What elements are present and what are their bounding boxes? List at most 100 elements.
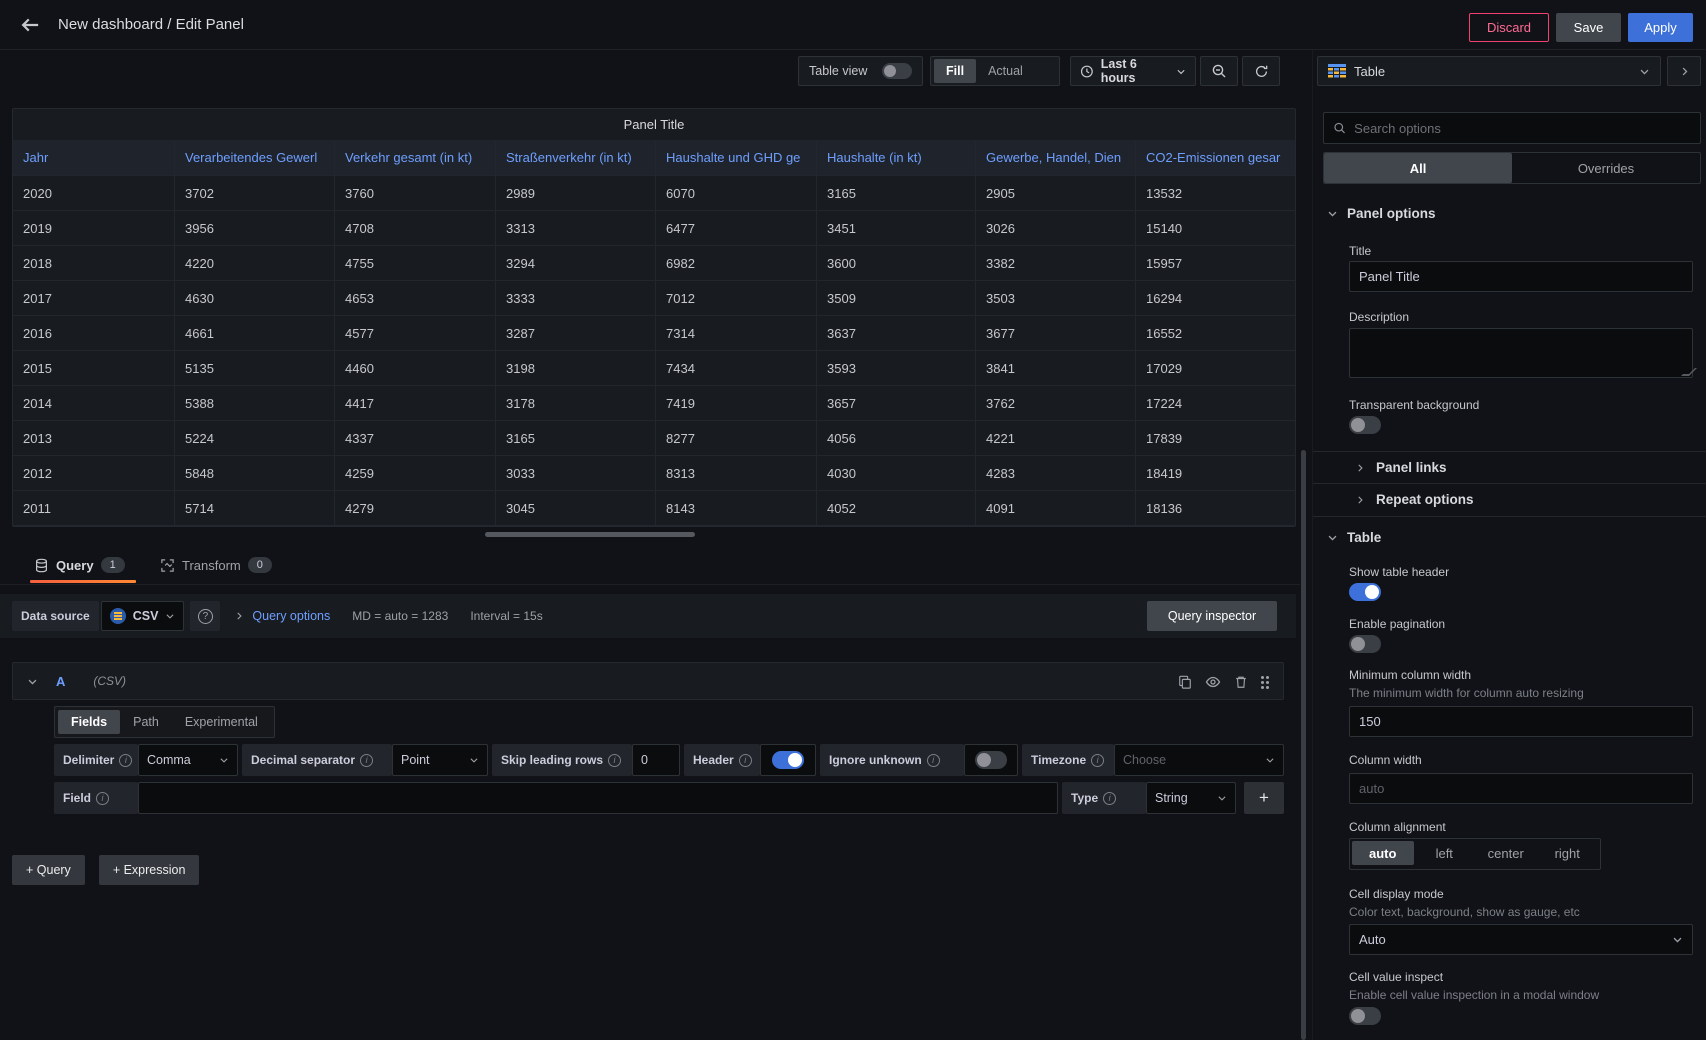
- show-header-toggle[interactable]: [1349, 583, 1381, 601]
- table-view-label: Table view: [809, 64, 867, 78]
- delimiter-select[interactable]: Comma: [138, 744, 238, 776]
- skip-rows-input[interactable]: [632, 744, 680, 776]
- options-search[interactable]: [1323, 112, 1701, 144]
- datasource-row: Data source CSV Query options MD = auto …: [0, 594, 1296, 638]
- visualization-picker[interactable]: Table: [1317, 56, 1661, 86]
- field-input[interactable]: [138, 782, 1058, 814]
- align-left-option[interactable]: left: [1414, 841, 1476, 865]
- decimal-separator-select[interactable]: Point: [392, 744, 488, 776]
- actual-option[interactable]: Actual: [976, 59, 1035, 83]
- type-select[interactable]: String: [1146, 782, 1236, 814]
- column-header[interactable]: Gewerbe, Handel, Dien: [976, 140, 1136, 176]
- table-cell: 4052: [817, 491, 976, 526]
- pagination-toggle[interactable]: [1349, 635, 1381, 653]
- vertical-scrollbar[interactable]: [1301, 450, 1306, 1040]
- table-cell: 2017: [13, 281, 175, 316]
- table-view-toggle[interactable]: [882, 63, 912, 79]
- tab-query[interactable]: Query 1: [34, 548, 125, 582]
- apply-button[interactable]: Apply: [1628, 13, 1693, 42]
- table-options-header[interactable]: Table: [1327, 530, 1381, 545]
- col-width-input[interactable]: [1349, 773, 1693, 804]
- transparent-bg-toggle[interactable]: [1349, 416, 1381, 434]
- table-cell: 4091: [976, 491, 1136, 526]
- fill-option[interactable]: Fill: [934, 59, 976, 83]
- min-col-width-input[interactable]: [1349, 706, 1693, 737]
- back-button[interactable]: [10, 5, 50, 45]
- chevron-down-icon: [1176, 66, 1186, 77]
- datasource-picker[interactable]: CSV: [101, 601, 185, 631]
- filter-overrides[interactable]: Overrides: [1512, 153, 1700, 183]
- table-cell: 4630: [175, 281, 335, 316]
- align-auto-option[interactable]: auto: [1352, 841, 1414, 865]
- delimiter-label: Delimiter: [54, 744, 138, 776]
- column-header[interactable]: Jahr: [13, 140, 175, 176]
- panel-links-section[interactable]: Panel links: [1355, 460, 1447, 475]
- table-cell: 3382: [976, 246, 1136, 281]
- table-cell: 8313: [656, 456, 817, 491]
- align-right-option[interactable]: right: [1537, 841, 1599, 865]
- table-cell: 4221: [976, 421, 1136, 456]
- table-row: 201453884417317874193657376217224: [13, 386, 1295, 421]
- table-row: 201842204755329469823600338215957: [13, 246, 1295, 281]
- collapse-pane-button[interactable]: [1667, 56, 1701, 86]
- header-toggle[interactable]: [772, 751, 804, 769]
- ignore-unknown-toggle[interactable]: [975, 751, 1007, 769]
- datasource-help-button[interactable]: [190, 601, 220, 631]
- table-cell: 4460: [335, 351, 496, 386]
- add-expression-button[interactable]: + Expression: [99, 855, 200, 885]
- tab-path[interactable]: Path: [120, 710, 172, 734]
- duplicate-query-icon[interactable]: [1177, 674, 1193, 690]
- repeat-options-section[interactable]: Repeat options: [1355, 492, 1474, 507]
- query-options-toggle[interactable]: Query options: [234, 609, 330, 623]
- table-cell: 2015: [13, 351, 175, 386]
- zoom-out-button[interactable]: [1200, 56, 1238, 86]
- table-cell: 2014: [13, 386, 175, 421]
- discard-button[interactable]: Discard: [1469, 13, 1549, 42]
- delete-query-icon[interactable]: [1233, 674, 1249, 690]
- tab-fields[interactable]: Fields: [58, 710, 120, 734]
- column-header[interactable]: Haushalte und GHD ge: [656, 140, 817, 176]
- add-field-button[interactable]: +: [1244, 782, 1284, 814]
- column-header[interactable]: Verarbeitendes Gewerl: [175, 140, 335, 176]
- column-header[interactable]: Haushalte (in kt): [817, 140, 976, 176]
- tab-experimental[interactable]: Experimental: [172, 710, 271, 734]
- panel-options-header[interactable]: Panel options: [1327, 206, 1436, 221]
- datasource-value: CSV: [133, 609, 159, 623]
- table-cell: 3657: [817, 386, 976, 421]
- cell-display-select[interactable]: Auto: [1349, 924, 1693, 955]
- save-button[interactable]: Save: [1556, 13, 1621, 42]
- table-cell: 3313: [496, 211, 656, 246]
- table-cell: 4259: [335, 456, 496, 491]
- filter-all[interactable]: All: [1324, 153, 1512, 183]
- page-title: New dashboard / Edit Panel: [58, 16, 244, 33]
- table-cell: 6982: [656, 246, 817, 281]
- table-cell: 4708: [335, 211, 496, 246]
- skip-rows-label: Skip leading rows: [492, 744, 632, 776]
- column-header[interactable]: Verkehr gesamt (in kt): [335, 140, 496, 176]
- query-inspector-button[interactable]: Query inspector: [1147, 601, 1277, 631]
- panel-title-input[interactable]: [1349, 261, 1693, 292]
- table-cell: 3600: [817, 246, 976, 281]
- options-search-input[interactable]: [1354, 121, 1691, 136]
- table-cell: 3333: [496, 281, 656, 316]
- tab-transform-label: Transform: [182, 558, 241, 573]
- query-a-header[interactable]: A (CSV): [12, 662, 1284, 700]
- title-label: Title: [1349, 244, 1371, 258]
- hide-query-icon[interactable]: [1205, 674, 1221, 690]
- info-icon: [360, 754, 373, 767]
- refresh-button[interactable]: [1242, 56, 1280, 86]
- column-header[interactable]: CO2-Emissionen gesar: [1136, 140, 1295, 176]
- description-input[interactable]: [1349, 328, 1693, 378]
- cell-inspect-toggle[interactable]: [1349, 1007, 1381, 1025]
- column-header[interactable]: Straßenverkehr (in kt): [496, 140, 656, 176]
- tab-transform[interactable]: Transform 0: [160, 548, 272, 582]
- drag-handle-icon[interactable]: [1261, 676, 1269, 689]
- align-center-option[interactable]: center: [1475, 841, 1537, 865]
- add-query-button[interactable]: + Query: [12, 855, 85, 885]
- chevron-right-icon: [1355, 495, 1365, 505]
- panel-title: Panel Title: [13, 109, 1295, 140]
- horizontal-scrollbar[interactable]: [485, 532, 695, 537]
- time-range-picker[interactable]: Last 6 hours: [1070, 56, 1196, 86]
- timezone-select[interactable]: Choose: [1114, 744, 1284, 776]
- table-cell: 4577: [335, 316, 496, 351]
